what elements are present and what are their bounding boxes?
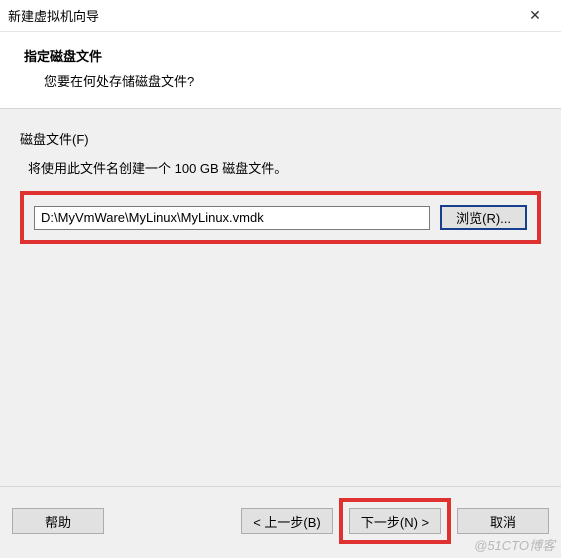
next-button[interactable]: 下一步(N) > <box>349 508 441 534</box>
back-button[interactable]: < 上一步(B) <box>241 508 333 534</box>
path-highlight-box: 浏览(R)... <box>20 191 541 244</box>
disk-path-input[interactable] <box>34 206 430 230</box>
window-title: 新建虚拟机向导 <box>8 6 99 25</box>
titlebar: 新建虚拟机向导 ✕ <box>0 0 561 32</box>
help-button[interactable]: 帮助 <box>12 508 104 534</box>
content-area: 磁盘文件(F) 将使用此文件名创建一个 100 GB 磁盘文件。 浏览(R)..… <box>0 109 561 254</box>
page-title: 指定磁盘文件 <box>24 46 541 65</box>
close-icon: ✕ <box>529 7 541 24</box>
page-subtitle: 您要在何处存储磁盘文件? <box>44 71 541 90</box>
cancel-button[interactable]: 取消 <box>457 508 549 534</box>
wizard-header: 指定磁盘文件 您要在何处存储磁盘文件? <box>0 32 561 109</box>
watermark: @51CTO博客 <box>474 535 555 554</box>
close-button[interactable]: ✕ <box>515 2 555 30</box>
next-highlight-box: 下一步(N) > <box>339 498 451 544</box>
browse-button[interactable]: 浏览(R)... <box>440 205 527 230</box>
footer-divider <box>0 486 561 487</box>
disk-file-description: 将使用此文件名创建一个 100 GB 磁盘文件。 <box>28 158 541 177</box>
disk-file-label: 磁盘文件(F) <box>20 129 541 148</box>
